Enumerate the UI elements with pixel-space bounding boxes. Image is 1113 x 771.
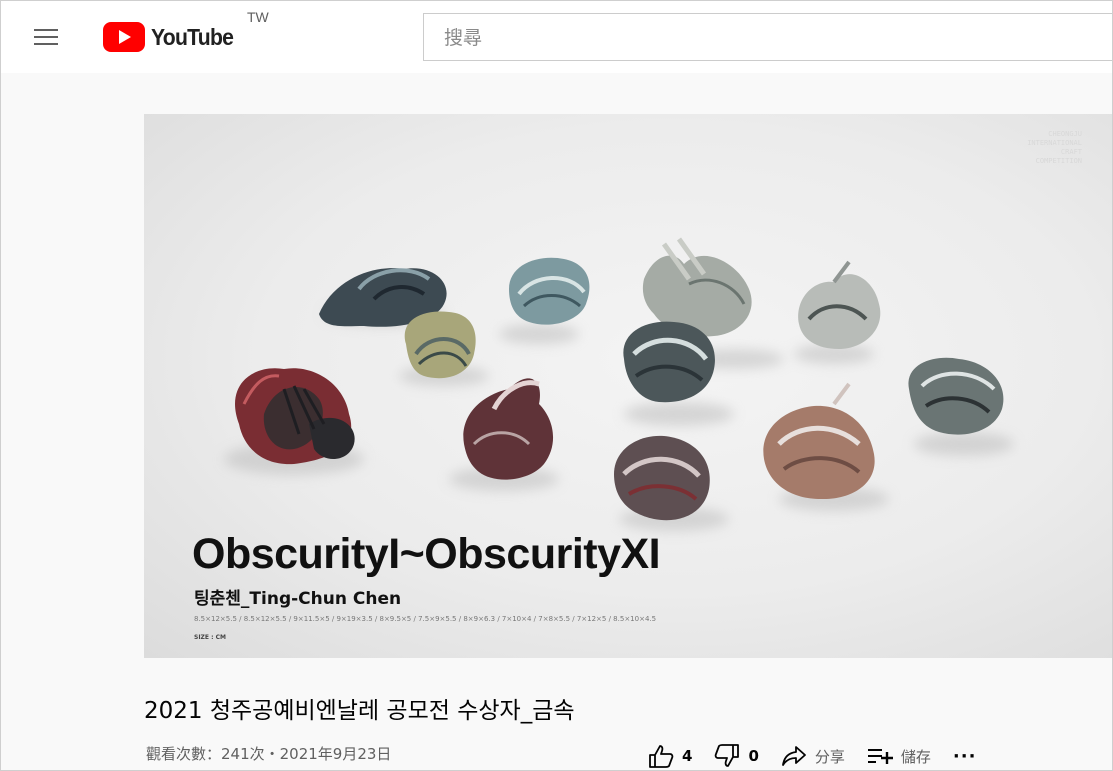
like-count: 4: [682, 747, 693, 765]
region-code: TW: [247, 9, 269, 25]
share-button[interactable]: 分享: [781, 745, 845, 767]
search-box: [423, 13, 1112, 62]
overlay-title: ObscurityI~ObscurityXI: [192, 530, 661, 578]
search-input[interactable]: [442, 14, 1106, 62]
share-label: 分享: [814, 747, 845, 766]
logo-wordmark: YouTube: [151, 23, 234, 50]
video-player[interactable]: CHEONGJU INTERNATIONAL CRAFT COMPETITION: [144, 114, 1112, 658]
save-label: 儲存: [900, 747, 931, 766]
view-count-date: 觀看次數：241次・2021年9月23日: [146, 745, 392, 763]
action-bar: 4 0 分享 儲存 ···: [648, 739, 977, 770]
youtube-logo[interactable]: YouTube: [103, 21, 240, 53]
more-actions-button[interactable]: ···: [953, 746, 977, 767]
overlay-artist: 팅춘첸_Ting-Chun Chen: [194, 589, 402, 609]
dislike-count: 0: [748, 747, 759, 765]
playlist-add-icon: [867, 749, 893, 764]
share-arrow-icon: [781, 746, 806, 766]
youtube-watch-page: YouTube TW CHEONGJU INTERNATIONAL CRAFT …: [0, 0, 1113, 771]
overlay-dimensions: 8.5×12×5.5 / 8.5×12×5.5 / 9×11.5×5 / 9×1…: [194, 615, 657, 623]
thumbs-down-icon: [715, 744, 740, 767]
menu-icon[interactable]: [31, 25, 61, 49]
masthead: YouTube TW: [1, 1, 1112, 73]
video-title: 2021 청주공예비엔날레 공모전 수상자_금속: [144, 698, 575, 724]
thumbs-up-icon: [649, 745, 674, 768]
youtube-play-icon: [103, 22, 145, 52]
dislike-button[interactable]: 0: [714, 744, 759, 768]
like-button[interactable]: 4: [648, 744, 692, 768]
overlay-size-unit: SIZE : CM: [194, 634, 226, 641]
save-button[interactable]: 儲存: [867, 746, 931, 767]
